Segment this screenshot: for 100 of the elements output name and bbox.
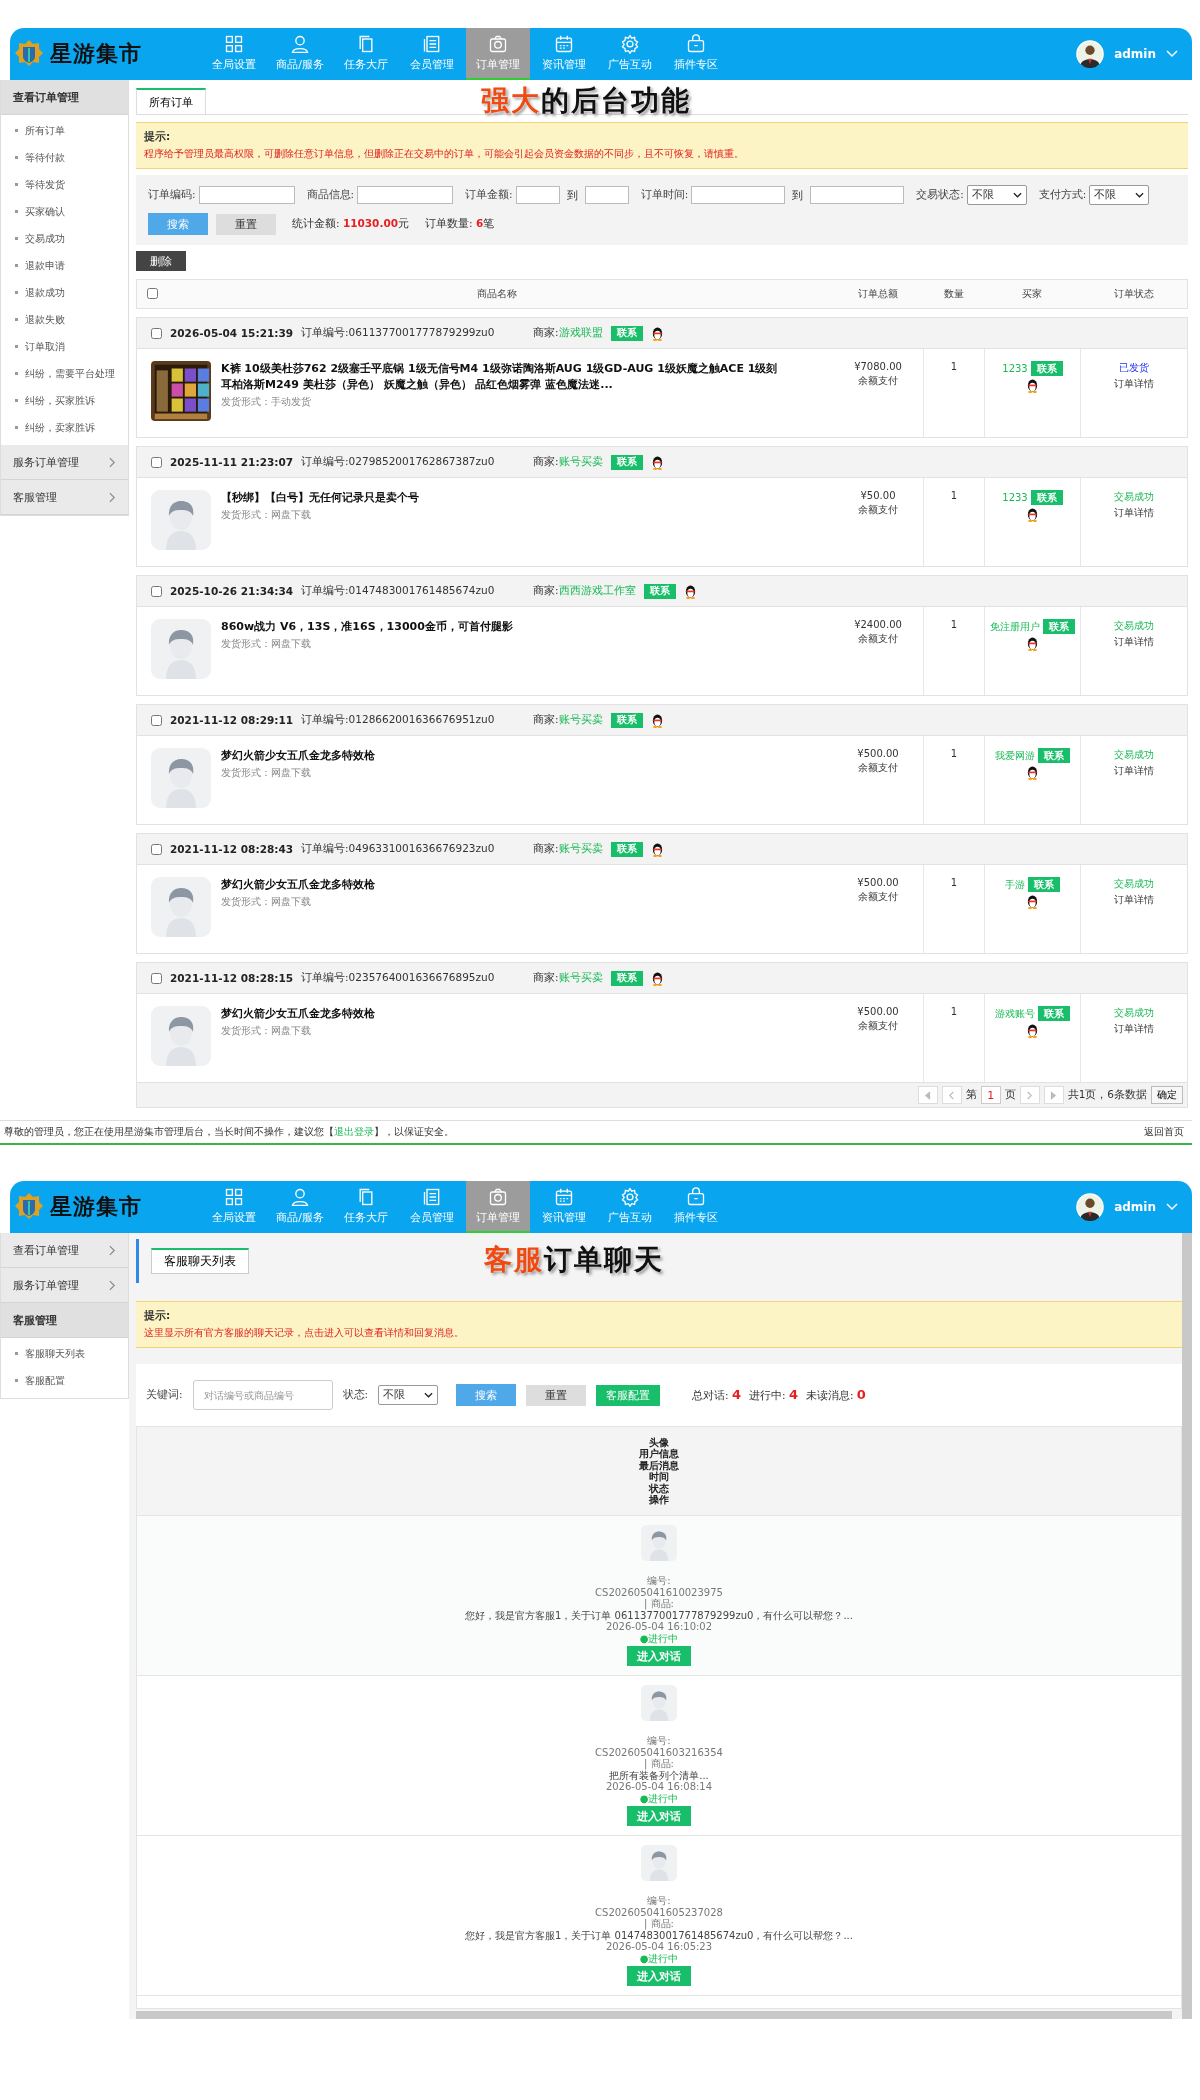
nav-item[interactable]: 订单管理 (466, 28, 530, 80)
buyer-name[interactable]: 1233 (1002, 492, 1028, 503)
product-title[interactable]: 梦幻火箭少女五爪金龙多特效枪 (221, 748, 375, 764)
nav-item[interactable]: 全局设置 (202, 28, 266, 80)
date-field[interactable] (810, 186, 905, 204)
penguin-icon[interactable] (650, 970, 664, 986)
checkbox[interactable] (151, 714, 162, 726)
contact-button[interactable]: 联系 (1038, 748, 1070, 763)
delete-button[interactable]: 删除 (136, 251, 186, 271)
reset-button[interactable]: 重置 (526, 1384, 587, 1406)
checkbox[interactable] (151, 843, 162, 855)
tab[interactable]: 客服聊天列表 (151, 1248, 249, 1274)
user-name[interactable]: admin (1114, 47, 1156, 61)
sidebar-item[interactable]: 买家确认 (1, 198, 128, 225)
logout-link[interactable]: 退出登录 (334, 1126, 374, 1137)
sidebar-item[interactable]: 纠纷，需要平台处理 (1, 360, 128, 387)
chevron-down-icon[interactable] (1166, 1203, 1178, 1211)
nav-item[interactable]: 广告互动 (598, 1181, 662, 1233)
avatar-icon[interactable] (1076, 1193, 1105, 1221)
nav-item[interactable]: 商品/服务 (268, 28, 332, 80)
product-title[interactable]: K裤 10级美杜莎762 2级塞壬平底锅 1级无信号M4 1级弥诺陶洛斯AUG 1级GD-AUG 1级妖魔之触ACE 1级刻耳柏洛斯M249 美杜莎（异色） 妖魔之触（异色） 品红色烟雾弹 蓝色魔法迷... (221, 361, 781, 393)
nav-item[interactable]: 会员管理 (400, 28, 464, 80)
contact-button[interactable]: 联系 (643, 583, 676, 599)
contact-button[interactable]: 联系 (610, 454, 643, 470)
input-field[interactable] (357, 186, 454, 204)
product-title[interactable]: 梦幻火箭少女五爪金龙多特效枪 (221, 1006, 375, 1022)
order-detail-link[interactable]: 订单详情 (1114, 764, 1154, 778)
product-title[interactable]: 梦幻火箭少女五爪金龙多特效枪 (221, 877, 375, 893)
sidebar-item[interactable]: 退款成功 (1, 279, 128, 306)
sidebar-item[interactable]: 等待发货 (1, 171, 128, 198)
contact-button[interactable]: 联系 (1038, 1006, 1070, 1021)
nav-item[interactable]: 资讯管理 (532, 1181, 596, 1233)
checkbox[interactable] (151, 456, 162, 468)
order-detail-link[interactable]: 订单详情 (1114, 377, 1154, 391)
enter-chat-button[interactable]: 进入对话 (627, 1806, 691, 1826)
contact-button[interactable]: 联系 (1030, 361, 1063, 376)
avatar-icon[interactable] (1076, 40, 1105, 68)
nav-item[interactable]: 任务大厅 (334, 1181, 398, 1233)
sidebar-group[interactable]: 客服管理 (1, 480, 128, 515)
sidebar-item[interactable]: 订单取消 (1, 333, 128, 360)
nav-item[interactable]: 插件专区 (664, 28, 728, 80)
sidebar-item[interactable]: 交易成功 (1, 225, 128, 252)
nav-item[interactable]: 订单管理 (466, 1181, 530, 1233)
nav-item[interactable]: 会员管理 (400, 1181, 464, 1233)
input-field[interactable] (198, 186, 295, 204)
penguin-icon[interactable] (650, 325, 664, 341)
enter-chat-button[interactable]: 进入对话 (627, 1966, 691, 1986)
sidebar-group[interactable]: 服务订单管理 (1, 1268, 128, 1303)
search-button[interactable]: 搜索 (148, 213, 208, 235)
penguin-icon[interactable] (1026, 507, 1039, 522)
confirm-button[interactable]: 确定 (1151, 1086, 1183, 1104)
nav-item[interactable]: 任务大厅 (334, 28, 398, 80)
config-button[interactable]: 客服配置 (596, 1384, 661, 1406)
sidebar-group[interactable]: 查看订单管理 (1, 80, 128, 115)
horizontal-scrollbar[interactable] (136, 2011, 1172, 2019)
order-detail-link[interactable]: 订单详情 (1114, 893, 1154, 907)
penguin-icon[interactable] (1026, 894, 1039, 909)
nav-item[interactable]: 资讯管理 (532, 28, 596, 80)
page-input[interactable]: 1 (980, 1086, 1001, 1104)
sidebar-item[interactable]: 客服聊天列表 (1, 1340, 128, 1367)
contact-button[interactable]: 联系 (1028, 877, 1060, 892)
select-field[interactable]: 不限 (1089, 185, 1150, 205)
checkbox[interactable] (151, 585, 162, 597)
buyer-name[interactable]: 手游 (1005, 877, 1025, 892)
sidebar-item[interactable]: 等待付款 (1, 144, 128, 171)
product-title[interactable]: 【秒绑】【白号】无任何记录只是卖个号 (221, 490, 419, 506)
sidebar-item[interactable]: 退款失败 (1, 306, 128, 333)
penguin-icon[interactable] (650, 841, 664, 857)
penguin-icon[interactable] (1026, 378, 1039, 393)
sidebar-item[interactable]: 退款申请 (1, 252, 128, 279)
nav-item[interactable]: 插件专区 (664, 1181, 728, 1233)
penguin-icon[interactable] (1026, 765, 1039, 780)
penguin-icon[interactable] (683, 583, 697, 599)
select-field[interactable]: 不限 (378, 1385, 439, 1405)
contact-button[interactable]: 联系 (610, 325, 643, 341)
sidebar-item[interactable]: 纠纷，卖家胜诉 (1, 414, 128, 441)
enter-chat-button[interactable]: 进入对话 (627, 1646, 691, 1666)
nav-item[interactable]: 商品/服务 (268, 1181, 332, 1233)
date-field[interactable] (691, 186, 786, 204)
sidebar-group[interactable]: 服务订单管理 (1, 445, 128, 480)
contact-button[interactable]: 联系 (1030, 490, 1063, 505)
contact-button[interactable]: 联系 (1043, 619, 1075, 634)
sidebar-group[interactable]: 查看订单管理 (1, 1233, 128, 1268)
checkbox[interactable] (151, 972, 162, 984)
contact-button[interactable]: 联系 (610, 841, 643, 857)
sidebar-item[interactable]: 所有订单 (1, 117, 128, 144)
buyer-name[interactable]: 1233 (1002, 363, 1028, 374)
input-field[interactable] (584, 186, 629, 204)
penguin-icon[interactable] (1026, 1023, 1039, 1038)
checkbox[interactable] (147, 287, 158, 299)
chevron-down-icon[interactable] (1166, 50, 1178, 58)
buyer-name[interactable]: 我爱网游 (995, 748, 1035, 763)
home-link[interactable]: 返回首页 (1144, 1125, 1184, 1139)
order-detail-link[interactable]: 订单详情 (1114, 506, 1154, 520)
contact-button[interactable]: 联系 (610, 970, 643, 986)
user-name[interactable]: admin (1114, 1200, 1156, 1214)
buyer-name[interactable]: 免注册用户 (990, 619, 1040, 634)
tab[interactable]: 所有订单 (136, 88, 206, 114)
reset-button[interactable]: 重置 (216, 213, 276, 235)
nav-item[interactable]: 全局设置 (202, 1181, 266, 1233)
